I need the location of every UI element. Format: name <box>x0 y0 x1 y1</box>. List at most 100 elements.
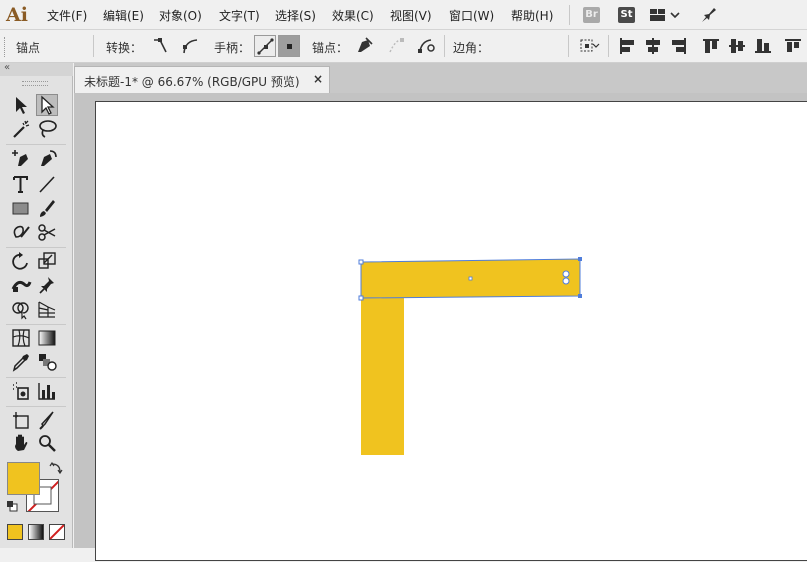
canvas-area[interactable] <box>74 93 807 561</box>
eyedropper-icon <box>12 354 29 372</box>
bridge-button[interactable]: Br <box>583 7 600 23</box>
live-corner-widget[interactable] <box>562 277 570 285</box>
close-tab-button[interactable]: × <box>313 72 323 86</box>
artboard[interactable] <box>95 101 807 561</box>
shape-builder-tool[interactable] <box>10 298 32 320</box>
puppet-warp-tool[interactable] <box>36 274 58 296</box>
menu-object[interactable]: 对象(O) <box>159 7 202 24</box>
anchor-point[interactable] <box>358 259 364 265</box>
convert-smooth-icon <box>183 39 198 54</box>
rectangle-tool[interactable] <box>10 197 32 219</box>
scissors-tool[interactable] <box>36 221 58 243</box>
fill-swatch[interactable] <box>7 462 40 495</box>
align-bottom-button[interactable] <box>752 35 774 57</box>
show-handles-button[interactable] <box>254 35 276 57</box>
pen-tool[interactable] <box>10 147 32 169</box>
anchor-point[interactable] <box>578 257 582 261</box>
align-right-button[interactable] <box>668 35 690 57</box>
menu-file[interactable]: 文件(F) <box>47 7 87 24</box>
magic-wand-tool[interactable] <box>10 118 32 140</box>
stock-button[interactable]: St <box>618 7 635 23</box>
type-tool[interactable] <box>10 173 32 195</box>
blend-tool[interactable] <box>36 351 58 373</box>
control-bar-grip[interactable] <box>4 37 7 57</box>
hand-icon <box>15 434 28 451</box>
workspace-switcher[interactable] <box>650 8 680 22</box>
line-segment-tool[interactable] <box>36 173 58 195</box>
zoom-tool[interactable] <box>36 432 58 454</box>
gradient-mode-button[interactable] <box>28 524 44 540</box>
menu-effect[interactable]: 效果(C) <box>332 7 374 24</box>
align-left-button[interactable] <box>616 35 638 57</box>
tools-panel-header[interactable]: « <box>0 62 73 76</box>
anchor-point[interactable] <box>578 294 582 298</box>
hide-handles-button[interactable] <box>278 35 300 57</box>
convert-to-corner-button[interactable] <box>149 35 171 57</box>
remove-anchor-button[interactable] <box>353 35 375 57</box>
tool-divider <box>6 377 66 378</box>
default-colors-button[interactable] <box>6 500 18 512</box>
distribute-button[interactable] <box>782 35 804 57</box>
artboard-icon <box>13 412 29 429</box>
collapse-panel-button[interactable]: « <box>4 62 10 73</box>
lasso-tool[interactable] <box>36 118 58 140</box>
align-vcenter-button[interactable] <box>726 35 748 57</box>
column-graph-tool[interactable] <box>36 380 58 402</box>
menu-edit[interactable]: 编辑(E) <box>103 7 144 24</box>
symbol-sprayer-tool[interactable] <box>10 380 32 402</box>
select-similar-icon <box>580 39 600 52</box>
tool-divider <box>6 144 66 145</box>
mesh-tool[interactable] <box>10 327 32 349</box>
pen-minus-icon <box>358 37 373 52</box>
anchor-point[interactable] <box>358 295 364 301</box>
tools-panel-grip[interactable] <box>22 81 48 86</box>
arrow-icon <box>16 97 27 114</box>
align-right-icon <box>672 38 686 54</box>
selection-tool[interactable] <box>10 94 32 116</box>
anchor-label: 锚点： <box>312 41 349 55</box>
center-point <box>468 276 473 281</box>
menu-help[interactable]: 帮助(H) <box>511 7 553 24</box>
perspective-grid-tool[interactable] <box>36 298 58 320</box>
document-tab-strip: 未标题-1* @ 66.67% (RGB/GPU 预览) × <box>74 63 807 93</box>
curvature-tool[interactable] <box>36 147 58 169</box>
none-mode-button[interactable] <box>49 524 65 540</box>
knife-icon <box>39 411 54 430</box>
artboard-tool[interactable] <box>10 409 32 431</box>
menu-select[interactable]: 选择(S) <box>275 7 316 24</box>
scale-tool[interactable] <box>36 250 58 272</box>
perspective-grid-icon <box>38 301 56 318</box>
live-corner-widget[interactable] <box>562 270 570 278</box>
shape-builder-icon <box>12 302 29 320</box>
slice-tool[interactable] <box>36 409 58 431</box>
vertical-bar-shape[interactable] <box>361 297 404 455</box>
gradient-tool[interactable] <box>36 327 58 349</box>
corner-label: 边角： <box>453 41 490 55</box>
mesh-icon <box>12 329 30 347</box>
select-similar-button[interactable] <box>578 35 600 57</box>
align-top-button[interactable] <box>700 35 722 57</box>
width-tool[interactable] <box>10 274 32 296</box>
tool-divider <box>6 406 66 407</box>
shaper-tool[interactable] <box>10 221 32 243</box>
swap-fill-stroke-button[interactable] <box>49 461 63 476</box>
align-hcenter-button[interactable] <box>642 35 664 57</box>
paintbrush-tool[interactable] <box>36 197 58 219</box>
cut-path-button[interactable] <box>416 35 438 57</box>
color-mode-button[interactable] <box>7 524 23 540</box>
tool-name-label: 锚点 <box>16 41 41 55</box>
rotate-tool[interactable] <box>10 250 32 272</box>
line-icon <box>39 176 55 193</box>
rectangle-icon <box>12 202 29 215</box>
hand-tool[interactable] <box>10 432 32 454</box>
control-divider <box>568 35 569 57</box>
menu-type[interactable]: 文字(T) <box>219 7 260 24</box>
menu-window[interactable]: 窗口(W) <box>449 7 494 24</box>
eyedropper-tool[interactable] <box>10 351 32 373</box>
direct-selection-tool[interactable] <box>36 94 58 116</box>
document-tab[interactable]: 未标题-1* @ 66.67% (RGB/GPU 预览) × <box>74 66 330 93</box>
convert-to-smooth-button[interactable] <box>179 35 201 57</box>
gradient-icon <box>38 330 56 346</box>
rocket-button[interactable] <box>700 6 718 24</box>
menu-view[interactable]: 视图(V) <box>390 7 432 24</box>
